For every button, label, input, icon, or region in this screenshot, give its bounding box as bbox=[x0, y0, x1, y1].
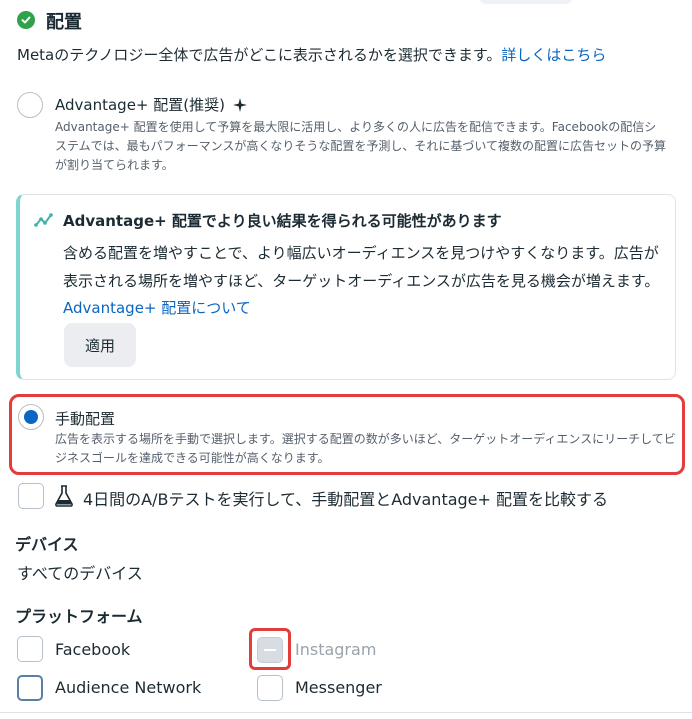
advantage-option-title: Advantage+ 配置(推奨) bbox=[55, 94, 247, 116]
bottom-divider bbox=[0, 712, 692, 713]
audience-network-label: Audience Network bbox=[55, 678, 202, 697]
advantage-option-label: Advantage+ 配置(推奨) bbox=[55, 96, 225, 114]
radio-selected-dot bbox=[24, 410, 38, 424]
devices-title: デバイス bbox=[15, 535, 79, 554]
section-description: Metaのテクノロジー全体で広告がどこに表示されるかを選択できます。詳しくはこち… bbox=[17, 44, 606, 65]
flask-icon bbox=[54, 485, 74, 511]
section-title-placements: 配置 bbox=[46, 12, 82, 33]
description-text: Metaのテクノロジー全体で広告がどこに表示されるかを選択できます。 bbox=[17, 46, 502, 64]
learn-more-link[interactable]: 詳しくはこちら bbox=[501, 46, 606, 64]
indeterminate-mark bbox=[264, 649, 276, 651]
trend-icon bbox=[34, 210, 54, 234]
facebook-checkbox[interactable] bbox=[17, 636, 43, 662]
ab-test-label: 4日間のA/Bテストを実行して、手動配置とAdvantage+ 配置を比較する bbox=[83, 490, 609, 509]
facebook-label: Facebook bbox=[55, 640, 131, 659]
instagram-checkbox[interactable] bbox=[257, 637, 283, 663]
ab-test-checkbox[interactable] bbox=[18, 483, 44, 509]
radio-advantage-placements[interactable] bbox=[17, 92, 43, 118]
instagram-label: Instagram bbox=[295, 640, 377, 659]
platforms-title: プラットフォーム bbox=[15, 607, 143, 626]
check-circle-icon bbox=[17, 11, 35, 29]
tip-link[interactable]: Advantage+ 配置について bbox=[63, 299, 251, 317]
devices-value[interactable]: すべてのデバイス bbox=[17, 560, 143, 584]
apply-button[interactable]: 適用 bbox=[64, 323, 136, 367]
manual-option-title: 手動配置 bbox=[55, 410, 116, 428]
tip-body-text: 含める配置を増やすことで、より幅広いオーディエンスを見つけやすくなります。広告が… bbox=[63, 244, 660, 290]
tip-title: Advantage+ 配置でより良い結果を得られる可能性があります bbox=[63, 212, 502, 230]
top-pill bbox=[480, 0, 572, 4]
messenger-checkbox[interactable] bbox=[257, 675, 283, 701]
audience-network-checkbox[interactable] bbox=[17, 675, 43, 701]
manual-option-description: 広告を表示する場所を手動で選択します。選択する配置の数が多いほど、ターゲットオー… bbox=[55, 432, 676, 465]
messenger-label: Messenger bbox=[295, 678, 382, 697]
radio-manual-placements[interactable] bbox=[18, 404, 44, 430]
sparkle-icon bbox=[232, 98, 247, 116]
advantage-option-description: Advantage+ 配置を使用して予算を最大限に活用し、より多くの人に広告を配… bbox=[55, 120, 667, 172]
tip-body: 含める配置を増やすことで、より幅広いオーディエンスを見つけやすくなります。広告が… bbox=[63, 240, 663, 323]
